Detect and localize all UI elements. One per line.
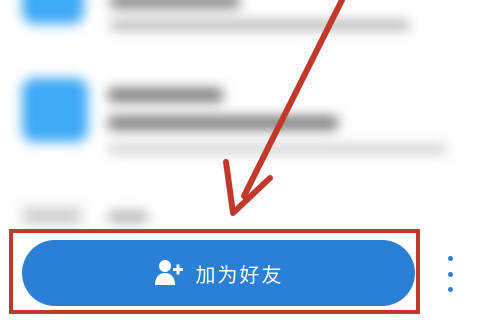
app-icon xyxy=(22,78,88,142)
add-friend-button[interactable]: 加为好友 xyxy=(22,240,415,306)
app-icon xyxy=(22,0,84,24)
add-user-icon xyxy=(154,260,183,285)
more-options-button[interactable] xyxy=(438,256,462,292)
more-vertical-icon xyxy=(447,256,453,261)
add-friend-label: 加为好友 xyxy=(195,262,284,287)
